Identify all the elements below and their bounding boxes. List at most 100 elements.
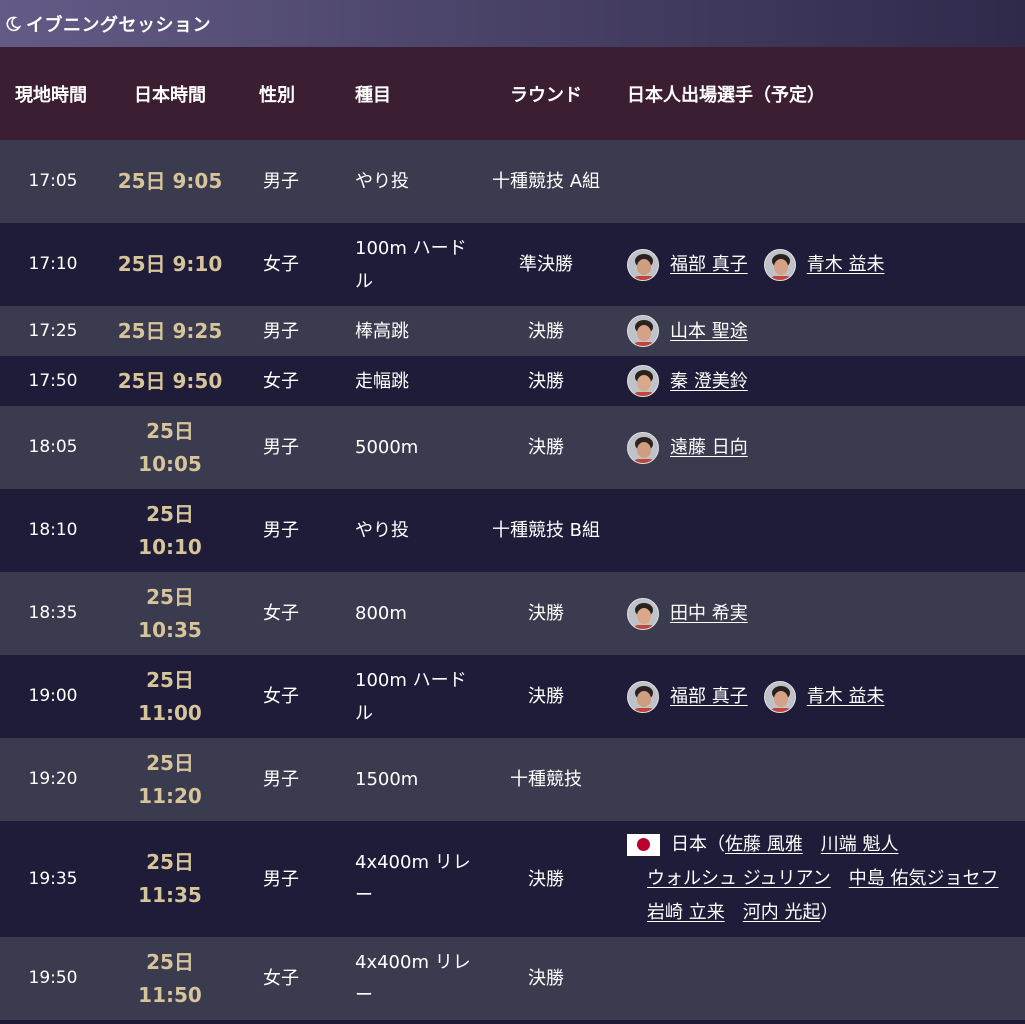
schedule-body: 17:05 25日 9:05 男子 やり投 十種競技 A組 17:10 25日 9:10 女子…: [0, 140, 1025, 1020]
table-row: 17:50 25日 9:50 女子 走幅跳 決勝 秦 澄美鈴: [0, 356, 1025, 406]
athlete-link[interactable]: 岩崎 立来: [647, 896, 725, 930]
athlete-entry[interactable]: 福部 真子: [627, 680, 748, 713]
avatar: [627, 597, 659, 630]
event-name: 4x400m リレー: [355, 852, 471, 906]
athlete-link[interactable]: 青木 益未: [807, 248, 885, 281]
avatar: [763, 680, 796, 713]
table-row: 17:10 25日 9:10 女子 100m ハードル 準決勝 福部 真子 青木 益未: [0, 223, 1025, 306]
athletes-cell: [613, 937, 1025, 1020]
japan-time: 25日 9:25: [117, 318, 223, 343]
event-name: 100m ハードル: [355, 669, 467, 724]
relay-line: ウォルシュ ジュリアン 中島 佑気ジョセフ: [627, 862, 1025, 896]
round: 決勝: [528, 603, 564, 624]
table-row: 19:35 25日 11:35 男子 4x400m リレー 決勝 日本（ 佐藤 風雅 川端 魁人…: [0, 821, 1025, 937]
local-time: 19:50: [28, 968, 78, 988]
gender: 女子: [263, 370, 299, 392]
athletes-cell: 田中 希実: [613, 572, 1025, 655]
japan-flag-icon: [627, 834, 660, 856]
athlete-link[interactable]: 福部 真子: [670, 680, 748, 713]
avatar: [627, 315, 659, 347]
avatar: [627, 431, 659, 464]
athlete-list: 山本 聖途: [627, 315, 1025, 348]
relay-team: 日本（ 佐藤 風雅 川端 魁人 ウォルシュ ジュリアン 中島 佑気ジョセフ 岩崎 立来 河内…: [627, 828, 1025, 930]
japan-time: 25日 9:05: [117, 169, 223, 193]
japan-time-clock: 11:20: [138, 783, 202, 808]
gender: 男子: [263, 171, 299, 192]
avatar: [763, 248, 796, 281]
event-name: やり投: [355, 520, 409, 541]
athlete-entry[interactable]: 遠藤 日向: [627, 431, 748, 464]
athlete-link[interactable]: ウォルシュ ジュリアン: [647, 862, 831, 896]
athlete-link[interactable]: 佐藤 風雅: [725, 828, 803, 862]
japan-time: 25日 9:10: [117, 252, 223, 276]
athlete-link[interactable]: 中島 佑気ジョセフ: [849, 862, 999, 896]
gender: 男子: [263, 769, 299, 790]
athletes-cell: 遠藤 日向: [613, 406, 1025, 489]
header-athletes: 日本人出場選手（予定）: [627, 84, 825, 106]
local-time: 18:05: [28, 437, 78, 457]
relay-line: 岩崎 立来 河内 光起）: [627, 896, 1025, 930]
athlete-link[interactable]: 秦 澄美鈴: [670, 365, 748, 398]
table-row: 18:05 25日 10:05 男子 5000m 決勝 遠藤 日向: [0, 406, 1025, 489]
athlete-entry[interactable]: 福部 真子: [627, 248, 748, 281]
gender: 女子: [263, 603, 299, 624]
japan-time: 25日 10:10: [106, 489, 234, 572]
japan-time-day: 25日: [146, 750, 194, 775]
relay-team-name: 日本（: [671, 834, 725, 855]
table-row: 19:20 25日 11:20 男子 1500m 十種競技: [0, 738, 1025, 821]
header-gender: 性別: [259, 84, 295, 106]
athlete-link[interactable]: 田中 希実: [670, 597, 748, 630]
japan-time: 25日 11:20: [106, 738, 234, 821]
gender: 男子: [263, 868, 299, 890]
table-row: 18:10 25日 10:10 男子 やり投 十種競技 B組: [0, 489, 1025, 572]
japan-time: 25日 10:05: [106, 406, 234, 489]
japan-time-clock: 11:00: [138, 700, 202, 725]
japan-time-day: 25日: [146, 850, 194, 874]
athlete-link[interactable]: 河内 光起: [743, 896, 821, 930]
local-time: 17:50: [28, 370, 78, 391]
table-row: 18:35 25日 10:35 女子 800m 決勝 田中 希実: [0, 572, 1025, 655]
table-header-row: 現地時間 日本時間 性別 種目 ラウンド 日本人出場選手（予定）: [0, 47, 1025, 140]
relay-line: 日本（ 佐藤 風雅 川端 魁人: [627, 828, 1025, 862]
athlete-link[interactable]: 福部 真子: [670, 248, 748, 281]
athlete-link[interactable]: 山本 聖途: [670, 315, 748, 348]
local-time: 19:20: [28, 769, 78, 789]
header-local-time: 現地時間: [15, 84, 87, 106]
athlete-entry[interactable]: 秦 澄美鈴: [627, 365, 748, 398]
table-row: 19:00 25日 11:00 女子 100m ハードル 決勝 福部 真子 青木 益未: [0, 655, 1025, 738]
local-time: 17:25: [28, 320, 78, 341]
athlete-list: 遠藤 日向: [627, 431, 1025, 464]
table-row: 19:50 25日 11:50 女子 4x400m リレー 決勝: [0, 937, 1025, 1020]
athlete-entry[interactable]: 青木 益未: [763, 248, 885, 281]
japan-time-day: 25日: [146, 501, 194, 526]
event-name: 棒高跳: [355, 320, 409, 342]
japan-time-clock: 11:35: [138, 883, 202, 907]
athlete-entry[interactable]: 青木 益未: [763, 680, 885, 713]
japan-time-clock: 11:50: [138, 982, 202, 1007]
round: 十種競技 A組: [491, 171, 601, 192]
athlete-entry[interactable]: 田中 希実: [627, 597, 748, 630]
athlete-link[interactable]: 青木 益未: [807, 680, 885, 713]
moon-icon: [2, 13, 24, 35]
athlete-entry[interactable]: 山本 聖途: [627, 315, 748, 348]
athletes-cell: [613, 738, 1025, 821]
athlete-link[interactable]: 川端 魁人: [821, 828, 899, 862]
round: 決勝: [528, 320, 564, 342]
japan-time: 25日 11:35: [106, 821, 234, 937]
athletes-cell: 福部 真子 青木 益未: [613, 655, 1025, 738]
event-name: やり投: [355, 171, 409, 192]
gender: 男子: [263, 437, 299, 458]
athletes-cell: 福部 真子 青木 益未: [613, 223, 1025, 306]
session-title: イブニングセッション: [26, 14, 211, 36]
relay-close: ）: [820, 902, 839, 923]
gender: 男子: [263, 320, 299, 342]
avatar: [627, 365, 659, 397]
round: 決勝: [528, 370, 564, 392]
athlete-link[interactable]: 遠藤 日向: [670, 431, 748, 464]
gender: 女子: [263, 254, 299, 275]
avatar: [627, 248, 659, 281]
round: 十種競技: [510, 769, 582, 790]
gender: 男子: [263, 520, 299, 541]
local-time: 18:10: [28, 520, 78, 540]
round: 決勝: [528, 437, 564, 458]
